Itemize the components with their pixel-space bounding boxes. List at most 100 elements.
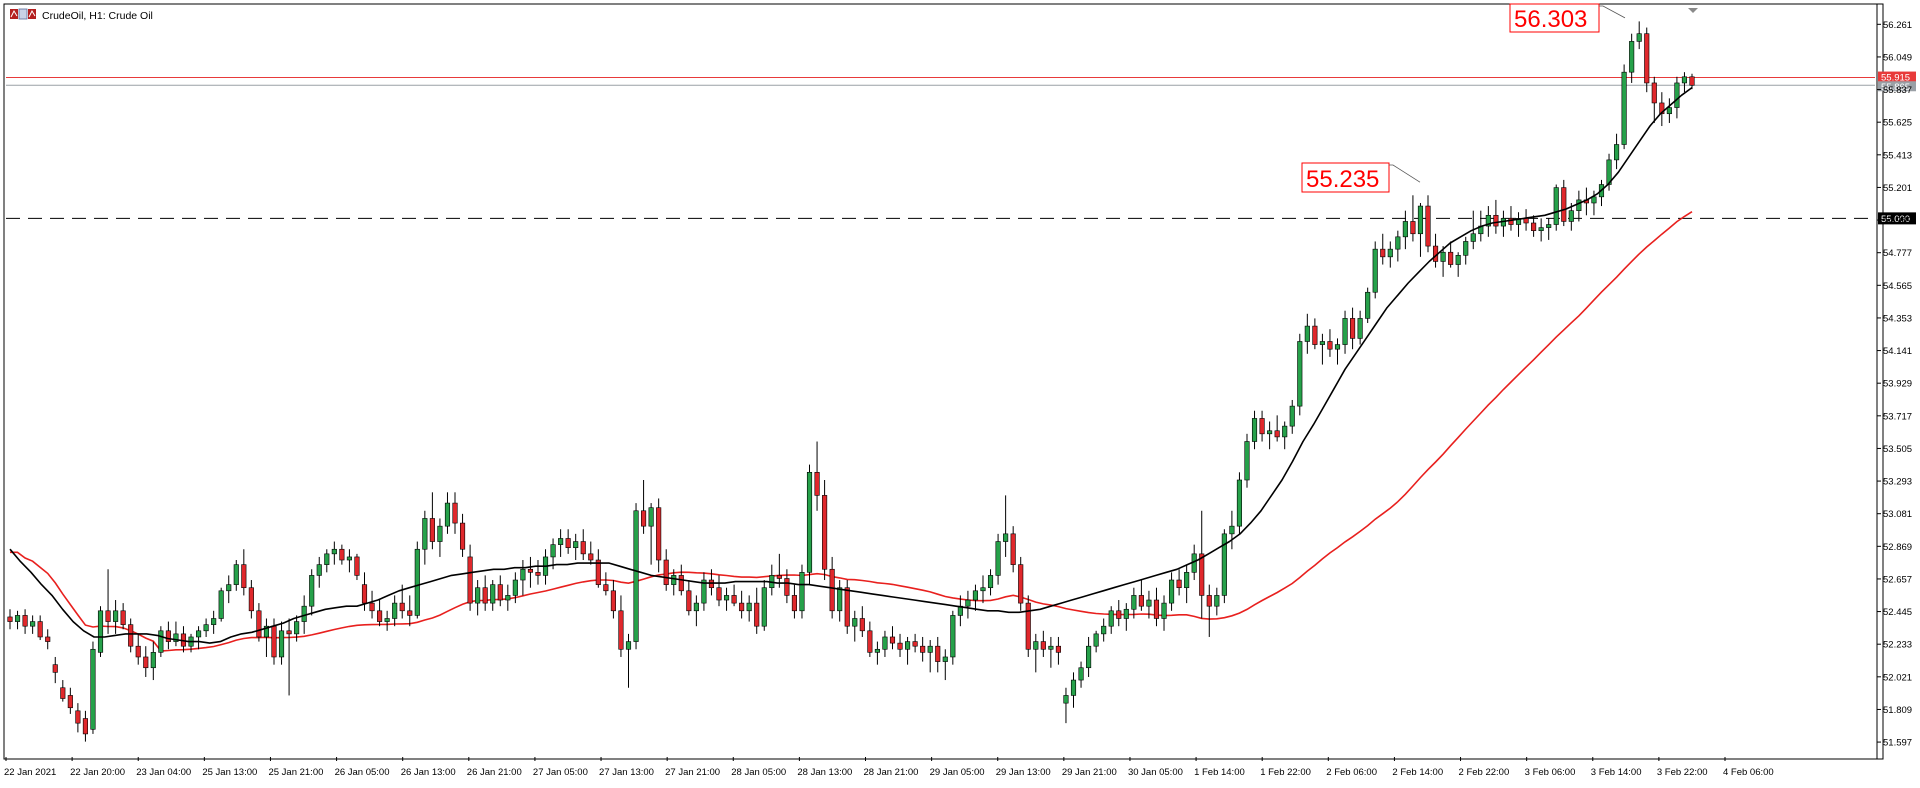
- candle-body: [1365, 291, 1371, 319]
- candle-body: [1350, 318, 1356, 339]
- candle-body: [30, 621, 36, 627]
- candle-body: [972, 590, 979, 601]
- price-chart[interactable]: CrudeOil, H1: Crude Oil 55.00055.91555.8…: [0, 0, 1920, 783]
- candle-body: [1470, 233, 1476, 242]
- candle-body: [1018, 564, 1024, 604]
- candle-body: [693, 602, 699, 612]
- candle-body: [535, 572, 541, 576]
- candle-body: [1689, 76, 1695, 86]
- candle-body: [799, 572, 805, 612]
- candle-bull[interactable]: [633, 503, 639, 650]
- candle-body: [995, 541, 1001, 576]
- candle-bull[interactable]: [218, 587, 224, 622]
- candle-body: [203, 624, 209, 632]
- candle-body: [497, 584, 503, 601]
- candle-body: [309, 575, 315, 607]
- x-tick-label: 2 Feb 14:00: [1392, 767, 1443, 778]
- mt-chart-window-icon[interactable]: [10, 8, 36, 20]
- candle-body: [723, 595, 730, 601]
- candle-body: [490, 584, 496, 604]
- candle-bear[interactable]: [1018, 556, 1024, 611]
- x-tick-label: 27 Jan 21:00: [665, 767, 720, 778]
- candle-body: [1357, 318, 1363, 339]
- x-tick-label: 26 Jan 05:00: [335, 767, 390, 778]
- candle-body: [1312, 325, 1318, 345]
- candle-body: [565, 538, 571, 549]
- candle-body: [482, 587, 488, 604]
- candle-bull[interactable]: [1553, 184, 1559, 231]
- candle-body: [67, 695, 73, 709]
- candle-body: [1531, 222, 1537, 231]
- candle-bull[interactable]: [1221, 529, 1227, 604]
- candle-body: [1093, 633, 1099, 647]
- candle-body: [641, 510, 647, 527]
- candle-body: [942, 656, 948, 662]
- x-tick-label: 3 Feb 22:00: [1657, 767, 1708, 778]
- candle-body: [128, 624, 134, 647]
- candle-body: [1251, 418, 1258, 442]
- y-tick-label: 56.049: [1883, 52, 1912, 63]
- candle-body: [1304, 325, 1310, 342]
- candle-bull[interactable]: [90, 641, 96, 734]
- candle-body: [150, 652, 156, 669]
- x-tick-label: 26 Jan 21:00: [467, 767, 522, 778]
- candle-body: [1168, 579, 1175, 604]
- candle-body: [897, 642, 903, 650]
- candle-body: [1644, 33, 1650, 84]
- candle-body: [1078, 667, 1084, 681]
- candle-body: [671, 575, 677, 585]
- candle-body: [822, 495, 828, 570]
- candle-body: [1319, 341, 1325, 345]
- candle-body: [656, 507, 662, 561]
- candle-body: [90, 648, 96, 730]
- candle-bull[interactable]: [97, 606, 104, 657]
- candle-body: [1267, 430, 1273, 435]
- candle-body: [829, 568, 835, 612]
- y-tick-label: 53.717: [1883, 411, 1912, 422]
- candle-body: [1010, 533, 1016, 565]
- candle-bull[interactable]: [1297, 333, 1303, 416]
- candle-body: [1576, 199, 1582, 211]
- candle-body: [22, 615, 28, 627]
- candle-bull[interactable]: [1621, 64, 1627, 150]
- x-tick-label: 2 Feb 22:00: [1459, 767, 1510, 778]
- candle-bull[interactable]: [1236, 472, 1243, 534]
- candle-bull[interactable]: [806, 464, 813, 585]
- candle-bull[interactable]: [1372, 241, 1378, 299]
- candle-body: [143, 656, 149, 669]
- candle-body: [1591, 196, 1597, 204]
- x-tick-label: 29 Jan 21:00: [1062, 767, 1117, 778]
- candle-body: [980, 587, 986, 592]
- candle-body: [927, 645, 933, 653]
- candle-body: [1297, 341, 1303, 407]
- candle-body: [1493, 214, 1499, 227]
- candle-bear[interactable]: [1644, 27, 1650, 93]
- x-tick-label: 26 Jan 13:00: [401, 767, 456, 778]
- candle-body: [407, 610, 413, 616]
- candle-bear[interactable]: [844, 580, 850, 634]
- chart-window[interactable]: CrudeOil, H1: Crude Oil 55.000 55.915 55.8…: [0, 0, 1920, 783]
- candle-bull[interactable]: [414, 541, 420, 619]
- candle-bull[interactable]: [158, 626, 164, 657]
- candle-body: [1199, 553, 1205, 596]
- candle-bull[interactable]: [1244, 433, 1250, 488]
- candle-body: [1455, 255, 1461, 265]
- candle-bull[interactable]: [1365, 287, 1371, 324]
- candle-bull[interactable]: [761, 580, 767, 631]
- candle-body: [678, 575, 684, 592]
- candle-body: [331, 548, 337, 555]
- candle-body: [1138, 595, 1144, 607]
- candle-body: [882, 636, 888, 650]
- candle-body: [1380, 248, 1386, 258]
- candle-body: [1327, 341, 1333, 350]
- y-tick-label: 51.597: [1883, 738, 1912, 749]
- candle-body: [1681, 76, 1688, 84]
- y-tick-label: 52.021: [1883, 672, 1912, 683]
- candle-bull[interactable]: [950, 610, 956, 665]
- candle-body: [1101, 625, 1107, 635]
- candle-bull[interactable]: [799, 564, 805, 619]
- candle-body: [806, 471, 813, 573]
- candle-bear[interactable]: [1025, 595, 1031, 657]
- chart-title: CrudeOil, H1: Crude Oil: [42, 10, 153, 22]
- candle-body: [248, 587, 254, 612]
